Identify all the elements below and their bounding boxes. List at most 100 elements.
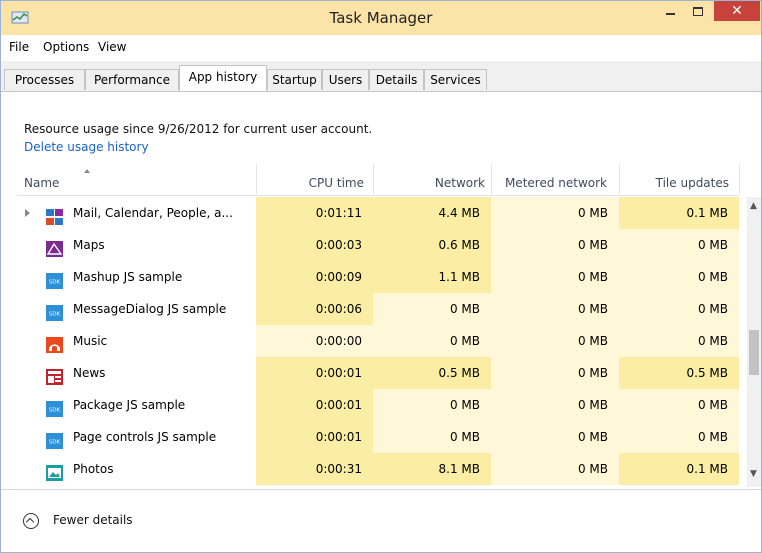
metered-cell: 0 MB <box>491 453 619 485</box>
tiles-cell: 0 MB <box>619 325 739 357</box>
table-row[interactable]: Photos 0:00:31 8.1 MB 0 MB 0.1 MB <box>17 453 739 485</box>
network-cell: 0.5 MB <box>373 357 491 389</box>
scroll-down-icon[interactable]: ▼ <box>750 469 757 479</box>
table-row[interactable]: SDK Page controls JS sample 0:00:01 0 MB 0 M… <box>17 421 739 453</box>
network-cell: 0 MB <box>373 389 491 421</box>
menu-view[interactable]: View <box>98 40 126 54</box>
network-cell: 0 MB <box>373 293 491 325</box>
tab-startup[interactable]: Startup <box>267 69 322 90</box>
tiles-cell: 0 MB <box>619 421 739 453</box>
tab-services[interactable]: Services <box>424 69 487 90</box>
network-cell: 0.6 MB <box>373 229 491 261</box>
metered-cell: 0 MB <box>491 357 619 389</box>
tiles-cell: 0.1 MB <box>619 197 739 229</box>
table-row[interactable]: SDK Mashup JS sample 0:00:09 1.1 MB 0 MB 0 MB <box>17 261 739 293</box>
name-cell: Photos <box>17 453 256 485</box>
scroll-up-icon[interactable]: ▲ <box>750 201 757 211</box>
menu-options[interactable]: Options <box>43 40 89 54</box>
sdk-icon: SDK <box>46 301 63 321</box>
app-name: MessageDialog JS sample <box>73 302 227 316</box>
mail-calendar-people-icon <box>46 205 63 225</box>
cpu-cell: 0:00:01 <box>256 357 373 389</box>
tiles-cell: 0.5 MB <box>619 357 739 389</box>
task-manager-window: Task Manager ✕ File Options View Process… <box>0 0 762 553</box>
app-name: Mail, Calendar, People, a... <box>73 206 233 220</box>
fewer-details-button[interactable]: Fewer details <box>53 513 133 527</box>
network-cell: 4.4 MB <box>373 197 491 229</box>
app-name: Mashup JS sample <box>73 270 183 284</box>
app-name: Page controls JS sample <box>73 430 217 444</box>
tab-details[interactable]: Details <box>369 69 424 90</box>
sdk-icon: SDK <box>46 429 63 449</box>
expand-icon[interactable] <box>25 209 30 217</box>
music-icon <box>46 333 63 353</box>
column-divider <box>619 164 620 194</box>
table-row[interactable]: News 0:00:01 0.5 MB 0 MB 0.5 MB <box>17 357 739 389</box>
column-header-network[interactable]: Network <box>373 176 485 190</box>
metered-cell: 0 MB <box>491 325 619 357</box>
column-divider <box>373 164 374 194</box>
window-title: Task Manager <box>329 9 433 27</box>
name-cell: Music <box>17 325 256 357</box>
column-divider <box>256 164 257 194</box>
app-name: News <box>73 366 106 380</box>
column-divider <box>739 164 740 194</box>
network-cell: 1.1 MB <box>373 261 491 293</box>
table-row[interactable]: SDK MessageDialog JS sample 0:00:06 0 MB 0 M… <box>17 293 739 325</box>
metered-cell: 0 MB <box>491 293 619 325</box>
column-header-metered-network[interactable]: Metered network <box>491 176 607 190</box>
cpu-cell: 0:00:31 <box>256 453 373 485</box>
delete-usage-history-link[interactable]: Delete usage history <box>24 140 149 154</box>
photos-icon <box>46 461 63 481</box>
tab-processes[interactable]: Processes <box>4 69 85 90</box>
menu-bar: File Options View <box>1 35 761 61</box>
chevron-up-circle-icon[interactable] <box>23 513 39 529</box>
usage-info-text: Resource usage since 9/26/2012 for curre… <box>24 122 373 136</box>
app-history-table: Mail, Calendar, People, a... 0:01:11 4.4 M… <box>17 197 739 487</box>
table-row[interactable]: Maps 0:00:03 0.6 MB 0 MB 0 MB <box>17 229 739 261</box>
menu-file[interactable]: File <box>9 40 29 54</box>
network-cell: 8.1 MB <box>373 453 491 485</box>
tab-performance[interactable]: Performance <box>85 69 179 90</box>
metered-cell: 0 MB <box>491 197 619 229</box>
column-header-name[interactable]: Name <box>24 176 59 190</box>
cpu-cell: 0:00:03 <box>256 229 373 261</box>
app-name: Photos <box>73 462 114 476</box>
tiles-cell: 0 MB <box>619 261 739 293</box>
cpu-cell: 0:00:01 <box>256 389 373 421</box>
sdk-icon: SDK <box>46 269 63 289</box>
close-button[interactable]: ✕ <box>714 1 760 21</box>
metered-cell: 0 MB <box>491 421 619 453</box>
svg-text:SDK: SDK <box>49 280 61 286</box>
vertical-scrollbar[interactable]: ▲ ▼ <box>747 197 761 487</box>
table-row[interactable]: Music 0:00:00 0 MB 0 MB 0 MB <box>17 325 739 357</box>
maximize-button[interactable] <box>685 1 711 23</box>
column-header-tile-updates[interactable]: Tile updates <box>619 176 729 190</box>
scrollbar-thumb[interactable] <box>749 330 759 375</box>
tab-users[interactable]: Users <box>322 69 369 90</box>
table-row[interactable]: Mail, Calendar, People, a... 0:01:11 4.4 M… <box>17 197 739 229</box>
tiles-cell: 0 MB <box>619 389 739 421</box>
minimize-button[interactable] <box>657 1 683 23</box>
svg-text:SDK: SDK <box>49 312 61 318</box>
network-cell: 0 MB <box>373 421 491 453</box>
cpu-cell: 0:00:09 <box>256 261 373 293</box>
tiles-cell: 0 MB <box>619 229 739 261</box>
app-name: Maps <box>73 238 105 252</box>
name-cell: SDK MessageDialog JS sample <box>17 293 256 325</box>
column-divider <box>491 164 492 194</box>
name-cell: Maps <box>17 229 256 261</box>
cpu-cell: 0:00:01 <box>256 421 373 453</box>
title-bar[interactable]: Task Manager ✕ <box>1 1 761 35</box>
metered-cell: 0 MB <box>491 261 619 293</box>
header-divider <box>17 195 739 196</box>
tab-app-history[interactable]: App history <box>179 65 267 91</box>
table-row[interactable]: SDK Package JS sample 0:00:01 0 MB 0 MB 0 MB <box>17 389 739 421</box>
tiles-cell: 0.1 MB <box>619 453 739 485</box>
app-name: Package JS sample <box>73 398 186 412</box>
name-cell: SDK Page controls JS sample <box>17 421 256 453</box>
column-header-cpu-time[interactable]: CPU time <box>256 176 364 190</box>
cpu-cell: 0:00:06 <box>256 293 373 325</box>
name-cell: News <box>17 357 256 389</box>
sort-ascending-icon <box>84 169 90 173</box>
